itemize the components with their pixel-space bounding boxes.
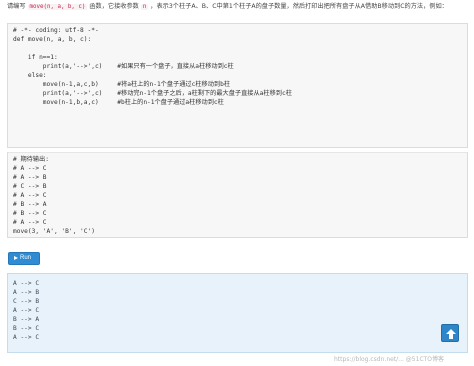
run-button[interactable]: Run — [8, 252, 40, 265]
run-button-label: Run — [20, 255, 32, 261]
code-line: C --> B — [13, 298, 40, 305]
code-line: # C --> B — [13, 183, 47, 190]
code-line: def move(n, a, b, c): — [13, 36, 92, 43]
code-line: # B --> C — [13, 210, 47, 217]
code-line: A --> C — [13, 280, 40, 287]
code-line: # 期待输出: — [13, 156, 49, 163]
code-line: A --> B — [13, 289, 40, 296]
code-line: # A --> C — [13, 192, 47, 199]
code-line: move(n-1,b,a,c) #b柱上的n-1个盘子通过a柱移动到c柱 — [13, 99, 224, 106]
code-line: # A --> C — [13, 165, 47, 172]
code-line: B --> C — [13, 325, 40, 332]
prompt-text-before: 请编写 — [7, 3, 28, 10]
prompt-text-after: ，表示3个柱子A、B、C中第1个柱子A的盘子数量，然后打印出把所有盘子从A借助B… — [148, 3, 448, 10]
expected-output-block[interactable]: # 期待输出: # A --> C # A --> B # C --> B # A --… — [7, 152, 468, 238]
code-line: # A --> B — [13, 174, 47, 181]
function-signature: move(n, a, b, c) — [27, 4, 88, 10]
code-line: print(a,'-->',c) #如果只有一个盘子，直接从a柱移动到c柱 — [13, 63, 234, 70]
code-line: move(3, 'A', 'B', 'C') — [13, 228, 95, 235]
arrow-up-icon — [446, 329, 456, 339]
code-line: # -*- coding: utf-8 -*- — [13, 27, 99, 34]
exercise-prompt: 请编写 move(n, a, b, c) 函数，它接收参数 n ，表示3个柱子A… — [7, 2, 471, 12]
code-line: move(n-1,a,c,b) #将a柱上的n-1个盘子通过c柱移动到b柱 — [13, 81, 231, 88]
back-to-top-button[interactable] — [441, 324, 459, 342]
editor-lines: # -*- coding: utf-8 -*- def move(n, a, b,… — [8, 24, 467, 107]
code-line: # A --> C — [13, 219, 47, 226]
code-editor[interactable]: # -*- coding: utf-8 -*- def move(n, a, b,… — [7, 23, 468, 148]
expected-lines: # 期待输出: # A --> C # A --> B # C --> B # A --… — [8, 153, 467, 236]
code-line: A --> C — [13, 334, 40, 341]
code-line: else: — [13, 72, 47, 79]
code-line: # B --> A — [13, 201, 47, 208]
code-line: A --> C — [13, 307, 40, 314]
watermark: https://blog.csdn.net/... @51CTO博客 — [334, 356, 445, 363]
code-line: print(a,'-->',c) #移动完n-1个盘子之后，a柱剩下的最大盘子直… — [13, 90, 292, 97]
run-output-panel: A --> C A --> B C --> B A --> C B --> A B -->… — [7, 273, 468, 353]
code-line: if n==1: — [13, 54, 58, 61]
prompt-text-middle: 函数，它接收参数 — [87, 3, 141, 10]
code-line: B --> A — [13, 316, 40, 323]
output-lines: A --> C A --> B C --> B A --> C B --> A B -->… — [8, 274, 467, 342]
play-icon — [14, 255, 18, 260]
